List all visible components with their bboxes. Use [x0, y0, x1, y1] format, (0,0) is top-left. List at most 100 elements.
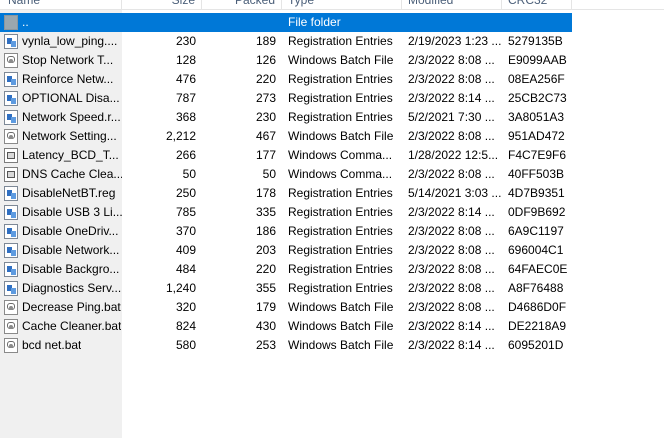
column-header-modified[interactable]: Modified	[402, 0, 502, 9]
registry-file-icon	[4, 281, 18, 296]
file-row[interactable]: DisableNetBT.reg 250 178 Registration Entri…	[0, 184, 664, 203]
file-row[interactable]: Reinforce Netw... 476 220 Registration Entr…	[0, 70, 664, 89]
file-row[interactable]: Disable Network... 409 203 Registration Ent…	[0, 241, 664, 260]
file-row[interactable]: OPTIONAL Disa... 787 273 Registration Entri…	[0, 89, 664, 108]
registry-file-icon	[4, 224, 18, 239]
file-name-cell[interactable]: Reinforce Netw...	[4, 70, 122, 89]
file-row[interactable]: Disable Backgro... 484 220 Registration Ent…	[0, 260, 664, 279]
column-header-size[interactable]: Size	[122, 0, 202, 9]
file-name-cell[interactable]: Diagnostics Serv...	[4, 279, 122, 298]
file-name-cell[interactable]: Disable Network...	[4, 241, 122, 260]
file-name: DNS Cache Clea...	[22, 167, 122, 181]
file-name-cell[interactable]: Network Speed.r...	[4, 108, 122, 127]
file-modified: 2/3/2022 8:14 ...	[408, 91, 495, 105]
file-modified: 2/3/2022 8:14 ...	[408, 319, 495, 333]
batch-file-icon	[4, 300, 18, 315]
registry-file-icon	[4, 110, 18, 125]
column-header-name[interactable]: Name	[0, 0, 122, 9]
batch-file-icon	[4, 129, 18, 144]
file-modified: 2/3/2022 8:08 ...	[408, 262, 495, 276]
file-name-cell[interactable]: ..	[4, 13, 122, 32]
file-name: bcd net.bat	[22, 338, 82, 352]
file-modified: 5/2/2021 7:30 ...	[408, 110, 495, 124]
column-header-crc32[interactable]: CRC32	[502, 0, 572, 9]
file-type: Windows Comma...	[288, 148, 393, 162]
file-crc32: 4D7B9351	[508, 186, 565, 200]
file-name-cell[interactable]: Latency_BCD_T...	[4, 146, 122, 165]
file-crc32: F4C7E9F6	[508, 148, 567, 162]
file-name-cell[interactable]: Disable USB 3 Li...	[4, 203, 122, 222]
file-modified: 2/3/2022 8:14 ...	[408, 205, 495, 219]
file-name-cell[interactable]: Decrease Ping.bat	[4, 298, 122, 317]
file-packed-size: 220	[255, 72, 276, 86]
batch-file-icon	[4, 53, 18, 68]
file-row[interactable]: Network Speed.r... 368 230 Registration Ent…	[0, 108, 664, 127]
file-name-cell[interactable]: Disable Backgro...	[4, 260, 122, 279]
file-name-cell[interactable]: Disable OneDriv...	[4, 222, 122, 241]
file-type: Windows Batch File	[288, 129, 394, 143]
file-name: Disable OneDriv...	[22, 224, 119, 238]
file-name: ..	[22, 15, 29, 29]
file-modified	[408, 13, 502, 32]
file-name-cell[interactable]: DisableNetBT.reg	[4, 184, 122, 203]
file-crc32: 08EA256F	[508, 72, 565, 86]
file-name-cell[interactable]: OPTIONAL Disa...	[4, 89, 122, 108]
file-type: Registration Entries	[288, 91, 393, 105]
file-name-cell[interactable]: Network Setting...	[4, 127, 122, 146]
file-row[interactable]: Network Setting... 2,212 467 Windows Batch …	[0, 127, 664, 146]
file-type: Registration Entries	[288, 186, 393, 200]
file-crc32: 5279135B	[508, 34, 563, 48]
file-name-cell[interactable]: vynla_low_ping....	[4, 32, 122, 51]
file-type: Registration Entries	[288, 72, 393, 86]
file-modified: 2/3/2022 8:08 ...	[408, 300, 495, 314]
file-modified: 2/3/2022 8:14 ...	[408, 338, 495, 352]
file-row[interactable]: bcd net.bat 580 253 Windows Batch File 2/3/2…	[0, 336, 664, 355]
file-type: Windows Batch File	[288, 300, 394, 314]
file-crc32: DE2218A9	[508, 319, 567, 333]
file-row[interactable]: Latency_BCD_T... 266 177 Windows Comma... 1/…	[0, 146, 664, 165]
file-row[interactable]: .. File folder	[0, 13, 664, 32]
column-header-packed[interactable]: Packed	[202, 0, 282, 9]
file-row[interactable]: Disable OneDriv... 370 186 Registration Ent…	[0, 222, 664, 241]
file-size: 230	[175, 34, 196, 48]
file-size: 787	[175, 91, 196, 105]
file-packed-size: 50	[262, 167, 276, 181]
file-row[interactable]: Cache Cleaner.bat 824 430 Windows Batch Fil…	[0, 317, 664, 336]
file-size: 250	[175, 186, 196, 200]
file-packed-size: 230	[255, 110, 276, 124]
file-type: Registration Entries	[288, 243, 393, 257]
file-size: 320	[175, 300, 196, 314]
file-packed-size: 186	[255, 224, 276, 238]
file-type: Registration Entries	[288, 281, 393, 295]
file-name-cell[interactable]: Cache Cleaner.bat	[4, 317, 122, 336]
file-row[interactable]: Disable USB 3 Li... 785 335 Registration En…	[0, 203, 664, 222]
file-crc32: A8F76488	[508, 281, 564, 295]
file-name-cell[interactable]: DNS Cache Clea...	[4, 165, 122, 184]
file-crc32: E9099AAB	[508, 53, 567, 67]
file-size: 476	[175, 72, 196, 86]
file-modified: 1/28/2022 12:5...	[408, 148, 499, 162]
file-size	[122, 13, 196, 32]
file-row[interactable]: DNS Cache Clea... 50 50 Windows Comma... 2/3…	[0, 165, 664, 184]
file-packed-size: 355	[255, 281, 276, 295]
file-name: OPTIONAL Disa...	[22, 91, 120, 105]
file-name-cell[interactable]: Stop Network T...	[4, 51, 122, 70]
column-header-type[interactable]: Type	[282, 0, 402, 9]
file-name: Network Setting...	[22, 129, 117, 143]
file-crc32: 64FAEC0E	[508, 262, 568, 276]
file-row[interactable]: vynla_low_ping.... 230 189 Registration Ent…	[0, 32, 664, 51]
file-name-cell[interactable]: bcd net.bat	[4, 336, 122, 355]
file-row[interactable]: Diagnostics Serv... 1,240 355 Registration …	[0, 279, 664, 298]
file-packed-size: 467	[255, 129, 276, 143]
file-size: 128	[175, 53, 196, 67]
file-row[interactable]: Decrease Ping.bat 320 179 Windows Batch Fil…	[0, 298, 664, 317]
file-packed-size: 203	[255, 243, 276, 257]
command-script-icon	[4, 148, 18, 163]
file-packed-size: 273	[255, 91, 276, 105]
file-type: Windows Comma...	[288, 167, 393, 181]
registry-file-icon	[4, 186, 18, 201]
file-packed-size: 177	[255, 148, 276, 162]
file-row[interactable]: Stop Network T... 128 126 Windows Batch Fil…	[0, 51, 664, 70]
file-size: 368	[175, 110, 196, 124]
file-list: .. File folder vynla_low_ping.... 230 189 Reg…	[0, 13, 664, 355]
